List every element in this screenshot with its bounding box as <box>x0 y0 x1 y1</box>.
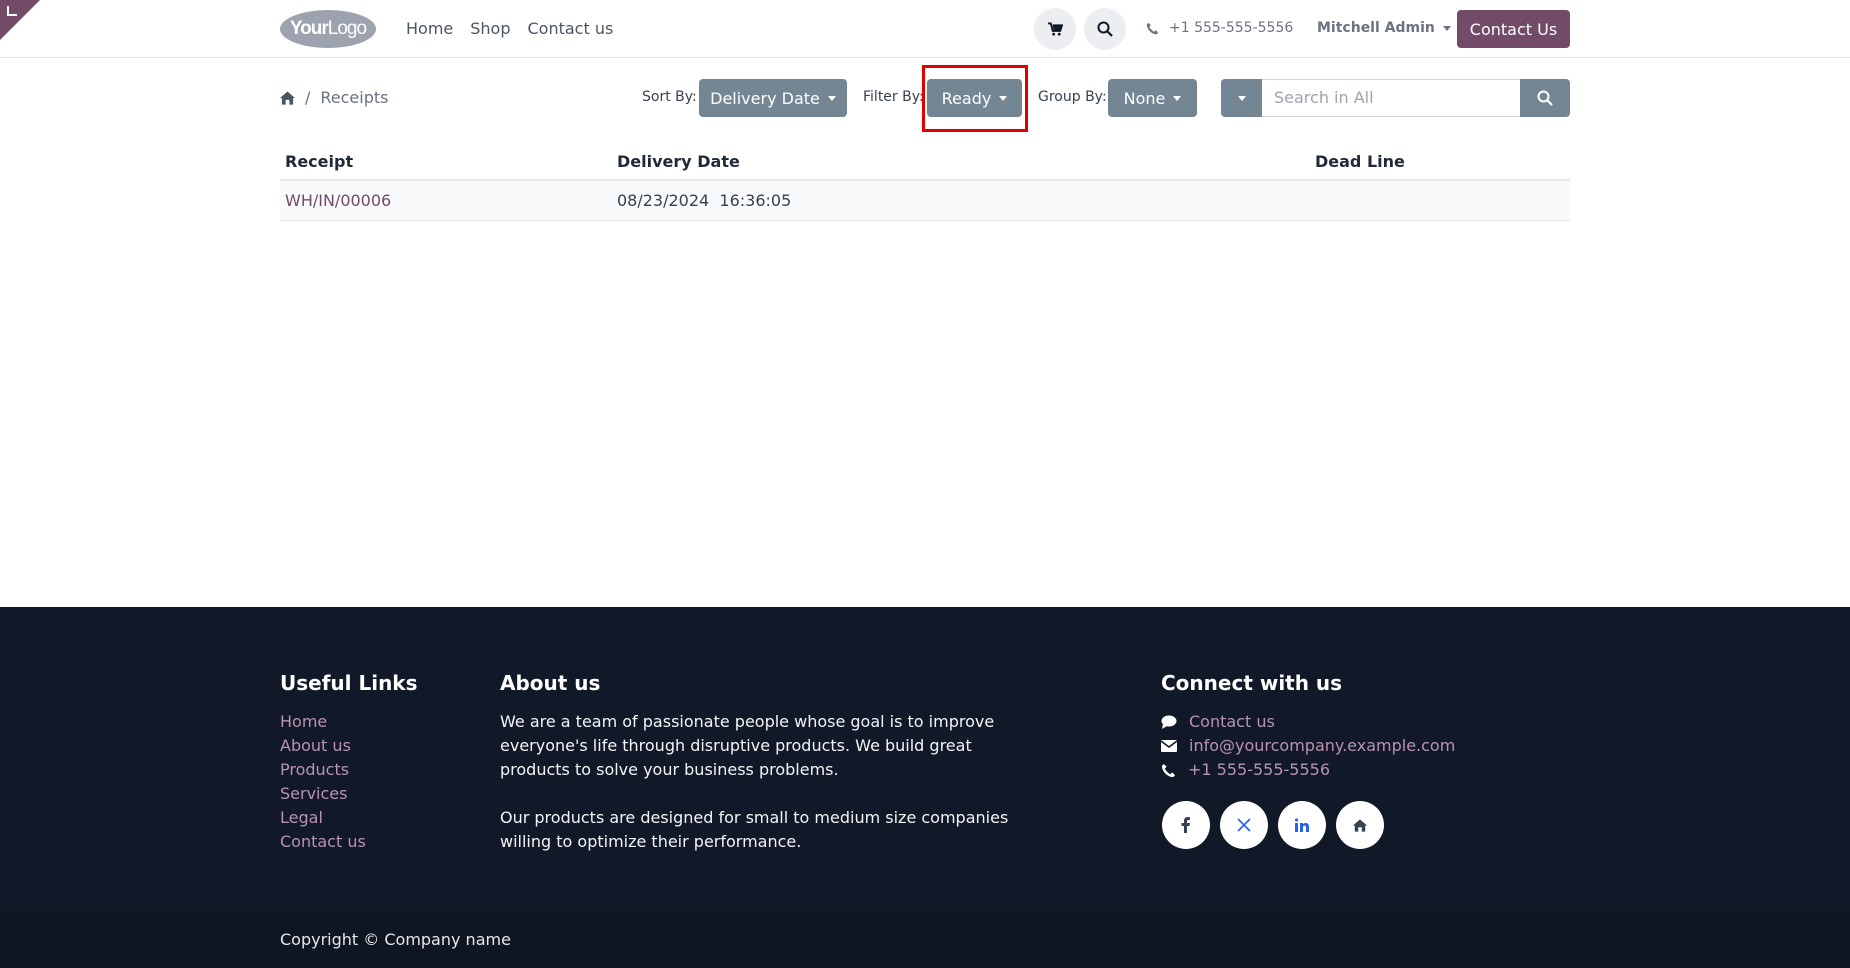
search-icon <box>1537 90 1553 106</box>
group-by-label: Group By: <box>1038 89 1107 105</box>
about-us-title: About us <box>500 671 601 695</box>
sort-by-dropdown[interactable]: Delivery Date <box>699 79 847 117</box>
about-us-text: We are a team of passionate people whose… <box>500 710 1020 854</box>
column-dead-line: Dead Line <box>1310 148 1570 181</box>
about-paragraph-1: We are a team of passionate people whose… <box>500 712 995 779</box>
group-by-value: None <box>1123 88 1166 108</box>
comment-icon <box>1161 715 1177 729</box>
edit-corner-badge[interactable] <box>0 0 40 40</box>
footer-link-products[interactable]: Products <box>280 758 366 782</box>
sort-by-label: Sort By: <box>642 89 697 105</box>
receipt-link[interactable]: WH/IN/00006 <box>285 191 391 210</box>
sort-by-value: Delivery Date <box>710 88 820 108</box>
breadcrumb-receipts: Receipts <box>320 88 389 107</box>
home-button[interactable] <box>1336 801 1384 849</box>
receipts-table: Receipt Delivery Date Dead Line WH/IN/00… <box>280 148 1570 221</box>
social-links <box>1162 801 1384 849</box>
facebook-icon <box>1181 817 1190 833</box>
home-icon[interactable] <box>280 90 295 105</box>
copyright-text: Copyright © Company name <box>280 930 511 949</box>
group-by-dropdown[interactable]: None <box>1108 79 1197 117</box>
home-icon <box>1353 818 1367 832</box>
table-row[interactable]: WH/IN/00006 08/23/2024 16:36:05 <box>280 180 1570 221</box>
column-delivery-date: Delivery Date <box>612 148 1310 181</box>
x-twitter-icon <box>1237 818 1251 832</box>
connect-contact-link[interactable]: Contact us <box>1189 710 1275 734</box>
receipt-cell[interactable]: WH/IN/00006 <box>280 180 612 221</box>
x-twitter-button[interactable] <box>1220 801 1268 849</box>
connect-phone-row[interactable]: +1 555-555-5556 <box>1161 758 1455 782</box>
facebook-button[interactable] <box>1162 801 1210 849</box>
corner-arrow-icon <box>7 6 17 16</box>
phone-icon <box>1161 763 1176 777</box>
footer-link-contact-us[interactable]: Contact us <box>280 830 366 854</box>
footer-link-home[interactable]: Home <box>280 710 366 734</box>
column-receipt: Receipt <box>280 148 612 181</box>
linkedin-icon <box>1295 818 1309 832</box>
footer-link-legal[interactable]: Legal <box>280 806 366 830</box>
useful-links-title: Useful Links <box>280 671 418 695</box>
linkedin-button[interactable] <box>1278 801 1326 849</box>
search-scope-dropdown[interactable] <box>1221 79 1262 117</box>
connect-email-row[interactable]: info@yourcompany.example.com <box>1161 734 1455 758</box>
connect-phone-link[interactable]: +1 555-555-5556 <box>1188 758 1330 782</box>
chevron-down-icon <box>827 95 836 101</box>
useful-links-list: Home About us Products Services Legal Co… <box>280 710 366 854</box>
dead-line-cell <box>1310 180 1570 221</box>
footer-link-services[interactable]: Services <box>280 782 366 806</box>
chevron-down-icon <box>1237 95 1246 101</box>
breadcrumb-separator: / <box>305 88 311 107</box>
filter-by-label: Filter By: <box>863 89 924 105</box>
connect-contact-row[interactable]: Contact us <box>1161 710 1455 734</box>
delivery-date-cell: 08/23/2024 16:36:05 <box>612 180 1310 221</box>
copyright-bar: Copyright © Company name <box>0 910 1850 968</box>
about-paragraph-2: Our products are designed for small to m… <box>500 808 1009 851</box>
breadcrumb: / Receipts <box>280 88 388 107</box>
search-submit-button[interactable] <box>1520 79 1570 117</box>
site-footer: Useful Links Home About us Products Serv… <box>0 607 1850 968</box>
footer-link-about-us[interactable]: About us <box>280 734 366 758</box>
connect-title: Connect with us <box>1161 671 1343 695</box>
table-header-row: Receipt Delivery Date Dead Line <box>280 148 1570 181</box>
chevron-down-icon <box>1173 95 1182 101</box>
filter-highlight-box <box>922 65 1028 132</box>
search-input[interactable]: Search in All <box>1262 79 1520 117</box>
envelope-icon <box>1161 740 1177 752</box>
connect-email-link[interactable]: info@yourcompany.example.com <box>1189 734 1455 758</box>
connect-list: Contact us info@yourcompany.example.com … <box>1161 710 1455 782</box>
